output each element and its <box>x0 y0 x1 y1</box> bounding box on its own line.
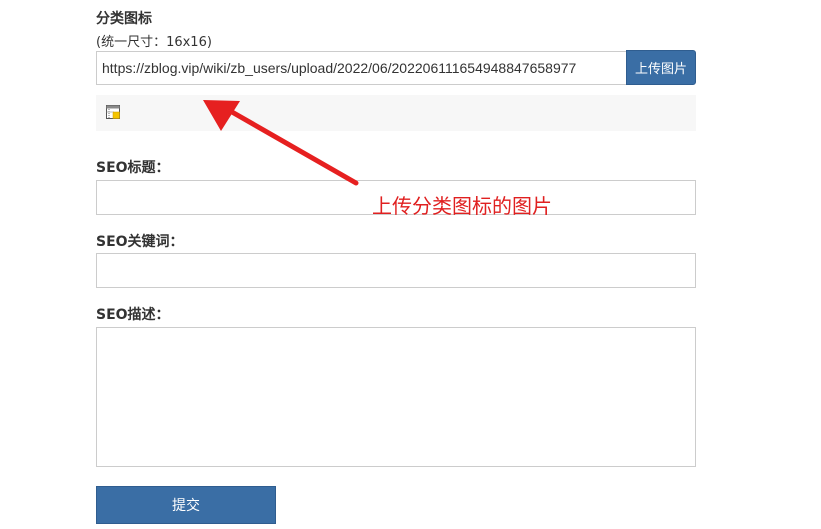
seo-keywords-input[interactable] <box>96 253 696 288</box>
category-icon-hint: (统一尺寸：16x16) <box>96 35 212 50</box>
seo-keywords-label: SEO关键词： <box>96 234 184 250</box>
seo-title-label: SEO标题： <box>96 160 170 176</box>
category-icon-label: 分类图标 <box>96 11 152 27</box>
seo-description-textarea[interactable] <box>96 327 696 467</box>
window-image-icon <box>106 105 120 119</box>
category-icon-url-input[interactable] <box>96 51 627 85</box>
seo-description-label: SEO描述： <box>96 307 170 323</box>
icon-preview-area <box>96 95 696 131</box>
annotation-text: 上传分类图标的图片 <box>372 194 552 218</box>
upload-image-button[interactable]: 上传图片 <box>626 50 696 85</box>
submit-button[interactable]: 提交 <box>96 486 276 524</box>
